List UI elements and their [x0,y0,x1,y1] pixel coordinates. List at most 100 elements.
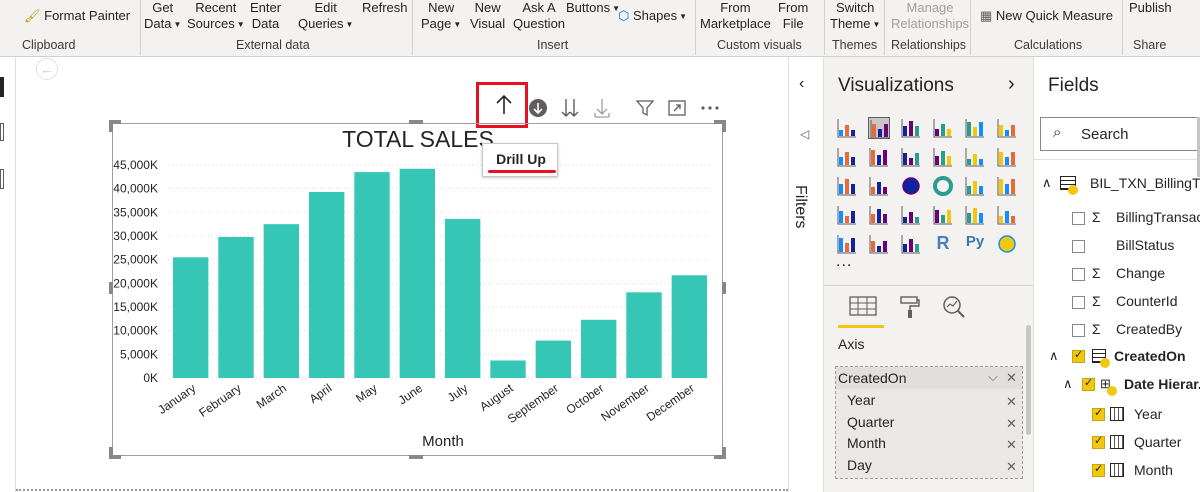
area-chart-icon[interactable] [868,146,890,168]
hierarchy-checkbox[interactable] [1092,406,1105,421]
x-tick-label: May [353,381,380,405]
stacked-area-icon[interactable] [900,146,922,168]
bar [218,236,254,378]
magnifier-chart-icon [943,296,965,318]
switch-theme-button[interactable]: Switch Theme ▼ [830,0,880,33]
format-tab[interactable] [898,295,922,319]
y-tick-label: 35,000K [113,205,158,219]
createdon-checkbox[interactable] [1072,348,1085,363]
chevron-up-icon[interactable]: ∧ [1063,376,1073,392]
percent-bar-icon[interactable] [964,117,986,139]
y-tick-label: 40,000K [113,182,158,196]
field-checkbox[interactable] [1072,240,1085,253]
axis-item[interactable]: Month [847,435,886,451]
percent-column-icon[interactable] [996,117,1018,139]
axis-item[interactable]: Day [847,457,872,473]
multirow-card-icon[interactable] [964,204,986,226]
remove-field-icon[interactable]: ✕ [1006,370,1017,386]
publish-button[interactable]: Publish [1129,0,1172,16]
remove-item-icon[interactable]: ✕ [1006,394,1017,410]
fields-pane: Fields ⌕ Search ∧ BIL_TXN_BillingTr ∧ Cr… [1033,57,1200,492]
field-label: BillingTransac... [1116,209,1200,225]
search-input[interactable]: Search [1081,126,1129,143]
field-checkbox[interactable] [1072,268,1085,281]
new-quick-measure-button[interactable]: ▦ New Quick Measure [980,8,1113,24]
sigma-icon: Σ [1092,293,1101,309]
axis-item[interactable]: Quarter [847,414,894,430]
filters-pane-collapsed[interactable]: ‹ ◁ Filters [788,57,823,492]
clustered-bar-icon[interactable] [900,117,922,139]
drill-up-tooltip: Drill Up [482,143,558,177]
bar [308,191,345,378]
bar [172,257,209,378]
createdon-label: CreatedOn [1114,348,1186,364]
table-icon[interactable] [868,233,890,255]
card-icon[interactable] [932,204,954,226]
bar [535,340,572,378]
globe-icon[interactable] [996,233,1018,255]
remove-item-icon[interactable]: ✕ [1006,416,1017,432]
y-tick-label: 20,000K [113,276,158,290]
date-hierarchy-checkbox[interactable] [1082,376,1095,391]
line-column-icon[interactable] [932,146,954,168]
remove-item-icon[interactable]: ✕ [1006,437,1017,453]
search-box[interactable]: ⌕ Search [1040,117,1200,151]
funnel-icon[interactable] [868,204,890,226]
python-visual-icon[interactable]: Py [964,233,986,255]
x-tick-label: April [307,381,335,406]
axis-well[interactable]: CreatedOn ⌵ ✕ Year ✕ Quarter ✕ Month ✕ D… [835,366,1023,479]
gauge-icon[interactable] [900,204,922,226]
checked-badge-icon [1068,185,1078,195]
pie-icon[interactable] [900,175,922,197]
fields-grid-icon [849,296,877,316]
field-checkbox[interactable] [1072,296,1085,309]
waterfall-icon[interactable] [836,175,858,197]
more-visuals-button[interactable]: ... [836,253,852,271]
tooltip-text: Drill Up [496,151,546,167]
field-label: BillStatus [1116,237,1175,253]
y-tick-label: 30,000K [113,229,158,243]
line-clustered-icon[interactable] [964,146,986,168]
kpi-icon[interactable] [996,204,1018,226]
axis-item[interactable]: Year [847,392,875,408]
fields-title: Fields [1048,75,1099,96]
field-checkbox[interactable] [1072,212,1085,225]
field-checkbox[interactable] [1072,324,1085,337]
clustered-column-icon[interactable] [932,117,954,139]
x-tick-label: September [505,381,561,426]
paint-roller-icon [900,296,920,318]
treemap-icon[interactable] [964,175,986,197]
x-tick-label: July [445,381,471,405]
filters-label: Filters [792,185,809,229]
fields-tab[interactable] [848,295,878,319]
stacked-bar-icon[interactable] [836,117,858,139]
y-tick-label: 0K [143,371,158,385]
remove-item-icon[interactable]: ✕ [1006,459,1017,475]
r-visual-icon[interactable]: R [932,233,954,255]
manage-relationships-button[interactable]: Manage Relationships [891,0,969,32]
slicer-icon[interactable] [836,233,858,255]
map-icon[interactable] [996,175,1018,197]
bar [671,275,708,378]
ribbon-chart-icon[interactable] [996,146,1018,168]
filled-map-icon[interactable] [836,204,858,226]
chevron-down-icon[interactable]: ⌵ [988,369,998,385]
stacked-column-icon[interactable] [868,117,890,139]
scatter-icon[interactable] [868,175,890,197]
hierarchy-checkbox[interactable] [1092,462,1105,477]
matrix-icon[interactable] [900,233,922,255]
donut-icon[interactable] [932,175,954,197]
table-name: BIL_TXN_BillingTr [1090,175,1200,191]
chevron-left-icon[interactable]: ‹ [799,75,804,93]
analytics-tab[interactable] [942,295,966,319]
chevron-up-icon[interactable]: ∧ [1049,348,1059,364]
line-chart-icon[interactable] [836,146,858,168]
chevron-up-icon[interactable]: ∧ [1042,175,1052,191]
chevron-right-icon[interactable]: › [1008,73,1015,96]
sigma-icon: Σ [1092,265,1101,281]
date-level-icon [1110,463,1124,477]
hierarchy-checkbox[interactable] [1092,434,1105,449]
funnel-icon: ◁ [800,127,810,141]
checked-badge-icon [1100,358,1110,368]
pane-scrollbar[interactable] [1026,325,1031,435]
